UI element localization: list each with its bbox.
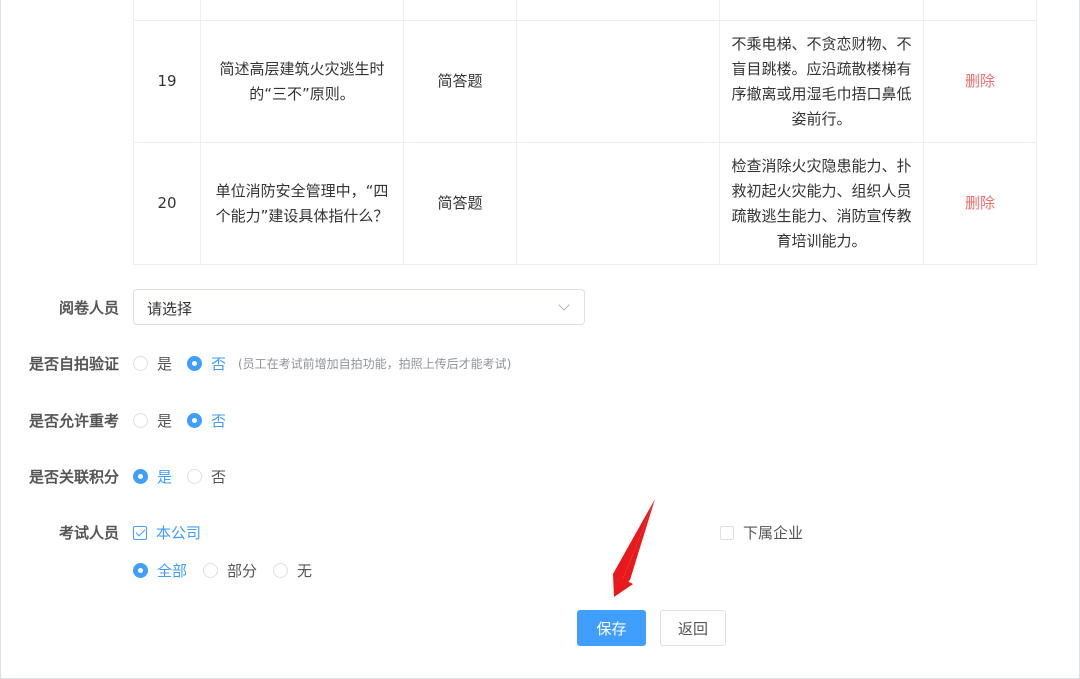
retake-no-radio[interactable]: 否 bbox=[187, 410, 226, 431]
points-yes-radio[interactable]: 是 bbox=[133, 466, 172, 487]
table-row: 言。 bbox=[133, 0, 1037, 21]
selfie-yes-label: 是 bbox=[157, 355, 173, 373]
chevron-down-icon bbox=[558, 299, 570, 311]
selfie-label: 是否自拍验证 bbox=[28, 355, 119, 373]
reviewer-label: 阅卷人员 bbox=[58, 299, 119, 317]
radio-checked-icon bbox=[133, 469, 148, 484]
index-cell: 20 bbox=[133, 142, 201, 265]
scope-none-radio[interactable]: 无 bbox=[273, 560, 312, 581]
retake-no-label: 否 bbox=[211, 412, 227, 430]
subsidiaries-label: 下属企业 bbox=[743, 524, 804, 542]
selfie-yes-radio[interactable]: 是 bbox=[133, 353, 172, 374]
reviewer-select-placeholder: 请选择 bbox=[147, 300, 193, 318]
points-no-radio[interactable]: 否 bbox=[187, 466, 226, 487]
question-cell: 简述高层建筑火灾逃生时的“三不”原则。 bbox=[200, 20, 404, 143]
radio-checked-icon bbox=[187, 413, 202, 428]
type-cell: 简答题 bbox=[403, 142, 517, 265]
checkbox-checked-icon bbox=[133, 525, 147, 540]
retake-label: 是否允许重考 bbox=[28, 412, 119, 430]
type-cell: 简答题 bbox=[403, 20, 517, 143]
radio-icon bbox=[203, 563, 218, 578]
scope-part-label: 部分 bbox=[227, 562, 258, 580]
delete-link[interactable]: 删除 bbox=[965, 72, 995, 90]
examinees-label: 考试人员 bbox=[58, 524, 119, 542]
checkbox-icon bbox=[720, 525, 734, 540]
own-company-label: 本公司 bbox=[156, 524, 202, 542]
radio-checked-icon bbox=[133, 563, 148, 578]
question-table: 言。 19 简述高层建筑火灾逃生时的“三不”原则。 简答题 不乘电梯、不贪恋财物… bbox=[133, 0, 1037, 265]
answer-cell: 言。 bbox=[732, 0, 911, 9]
points-no-label: 否 bbox=[211, 468, 227, 486]
retake-yes-label: 是 bbox=[157, 412, 173, 430]
radio-icon bbox=[187, 469, 202, 484]
selfie-hint: (员工在考试前增加自拍功能，拍照上传后才能考试) bbox=[238, 357, 512, 371]
scope-all-radio[interactable]: 全部 bbox=[133, 560, 187, 581]
reviewer-select[interactable]: 请选择 bbox=[133, 289, 585, 325]
options-cell bbox=[516, 142, 720, 265]
scope-part-radio[interactable]: 部分 bbox=[203, 560, 257, 581]
radio-icon bbox=[273, 563, 288, 578]
points-yes-label: 是 bbox=[157, 468, 173, 486]
selfie-no-radio[interactable]: 否 bbox=[187, 353, 226, 374]
save-button[interactable]: 保存 bbox=[577, 610, 646, 646]
delete-link[interactable]: 删除 bbox=[965, 194, 995, 212]
own-company-checkbox[interactable]: 本公司 bbox=[133, 522, 201, 543]
answer-cell: 不乘电梯、不贪恋财物、不盲目跳楼。应沿疏散楼梯有序撤离或用湿毛巾捂口鼻低姿前行。 bbox=[719, 20, 924, 143]
scope-none-label: 无 bbox=[297, 562, 313, 580]
radio-checked-icon bbox=[187, 356, 202, 371]
table-row: 20 单位消防安全管理中，“四个能力”建设具体指什么？ 简答题 检查消除火灾隐患… bbox=[133, 142, 1037, 265]
retake-yes-radio[interactable]: 是 bbox=[133, 410, 172, 431]
radio-icon bbox=[133, 356, 148, 371]
selfie-no-label: 否 bbox=[211, 355, 227, 373]
subsidiaries-checkbox[interactable]: 下属企业 bbox=[720, 522, 803, 543]
answer-cell: 检查消除火灾隐患能力、扑救初起火灾能力、组织人员疏散逃生能力、消防宣传教育培训能… bbox=[719, 142, 924, 265]
back-button[interactable]: 返回 bbox=[660, 610, 726, 646]
table-row: 19 简述高层建筑火灾逃生时的“三不”原则。 简答题 不乘电梯、不贪恋财物、不盲… bbox=[133, 20, 1037, 143]
points-label: 是否关联积分 bbox=[28, 468, 119, 486]
radio-icon bbox=[133, 413, 148, 428]
index-cell: 19 bbox=[133, 20, 201, 143]
question-cell: 单位消防安全管理中，“四个能力”建设具体指什么？ bbox=[200, 142, 404, 265]
options-cell bbox=[516, 20, 720, 143]
scope-all-label: 全部 bbox=[157, 562, 188, 580]
